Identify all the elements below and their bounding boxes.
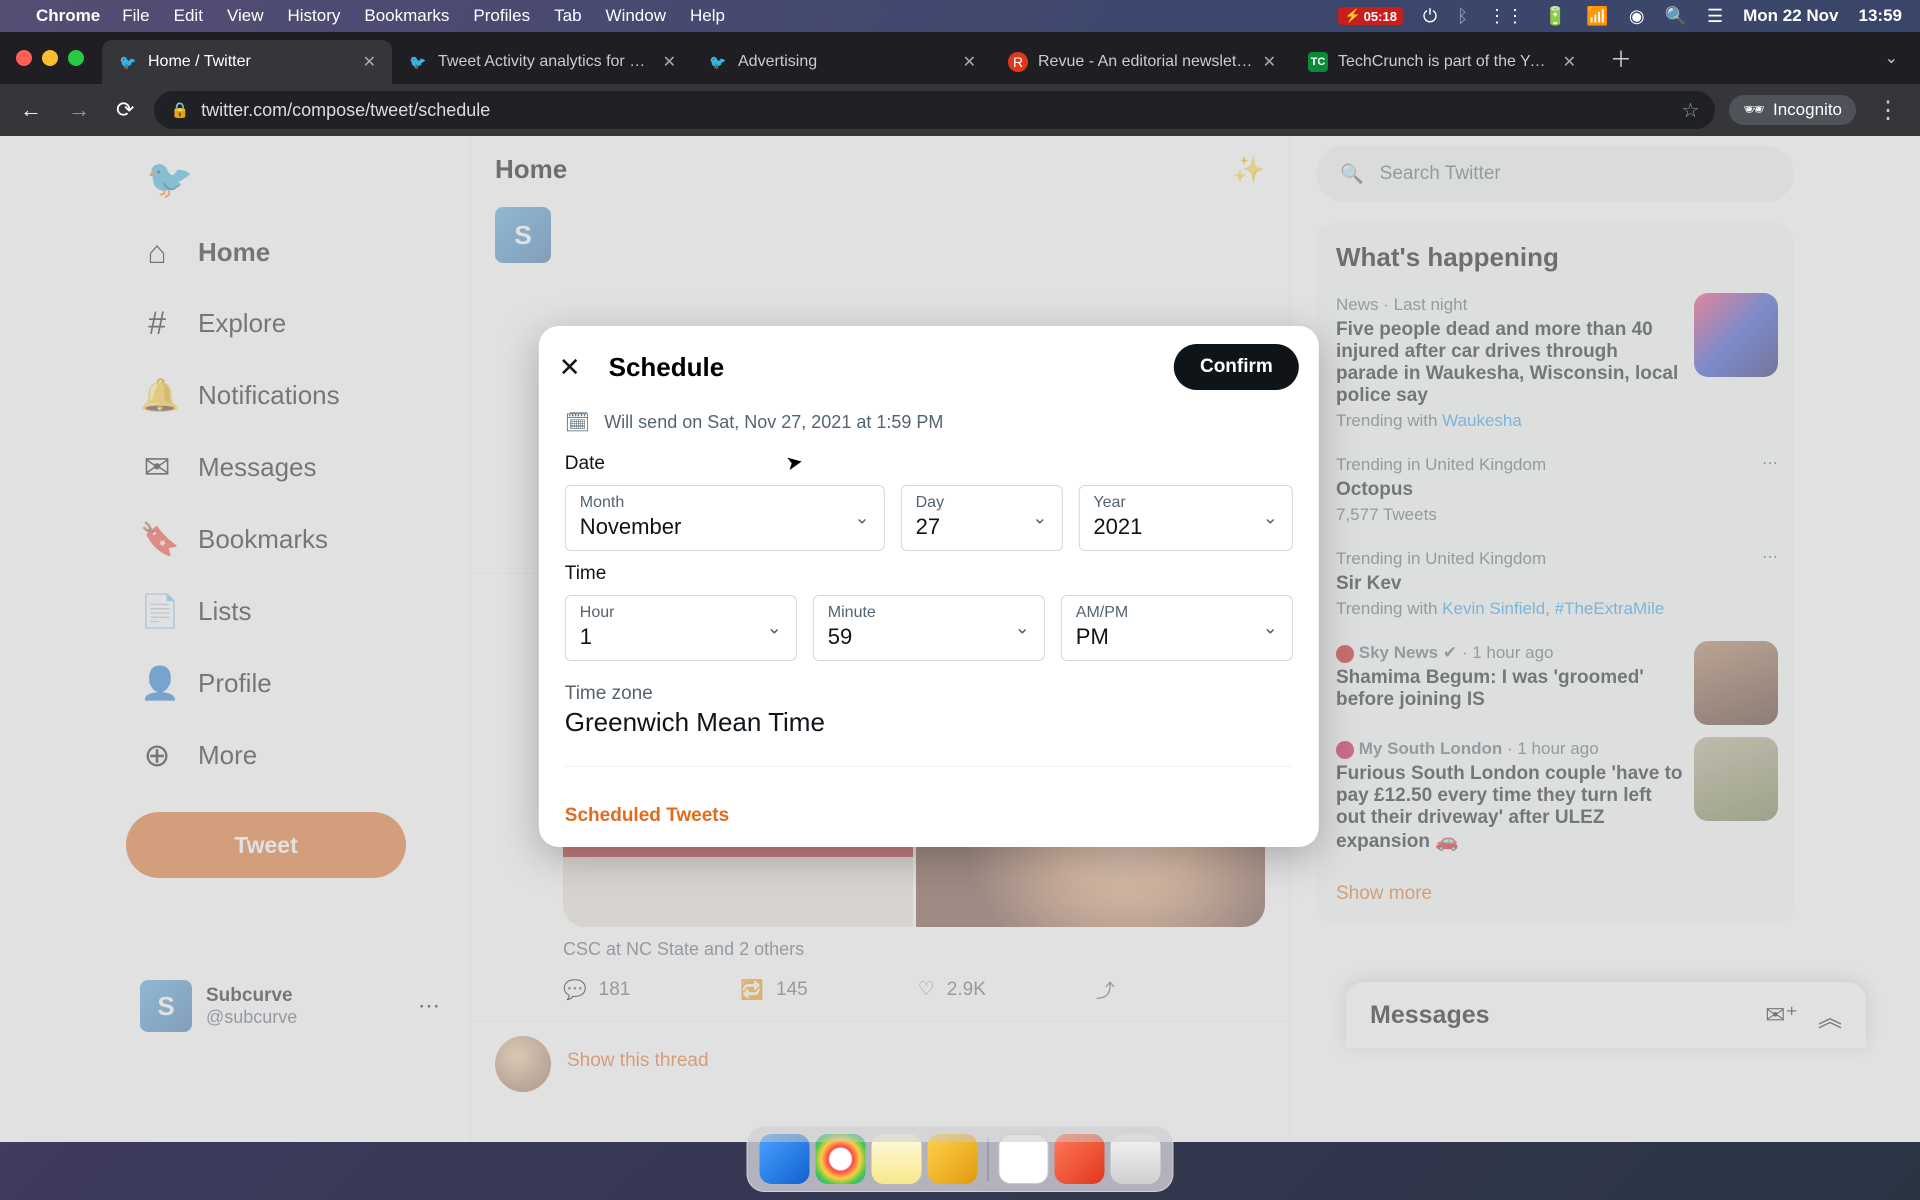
siri-icon[interactable]: ☰	[1707, 6, 1723, 27]
modal-title: Schedule	[609, 352, 1146, 383]
tab-revue[interactable]: R Revue - An editorial newsletter ✕	[992, 40, 1292, 84]
control-center-icon[interactable]: ◉	[1629, 6, 1645, 27]
tab-advertising[interactable]: 🐦 Advertising ✕	[692, 40, 992, 84]
menu-profiles[interactable]: Profiles	[473, 6, 530, 26]
tab-close-icon[interactable]: ✕	[363, 52, 376, 72]
battery-icon[interactable]: 🔋	[1544, 6, 1566, 27]
menu-tab[interactable]: Tab	[554, 6, 581, 26]
time-section-label: Time	[565, 563, 1293, 585]
menu-bookmarks[interactable]: Bookmarks	[364, 6, 449, 26]
scheduled-tweets-link[interactable]: Scheduled Tweets	[539, 785, 1319, 847]
page-content: 🐦 ⌂Home #Explore 🔔Notifications ✉Message…	[0, 136, 1920, 1142]
field-label: Minute	[828, 604, 1030, 622]
window-close-button[interactable]	[16, 50, 32, 66]
chrome-toolbar: ← → ⟳ 🔒 twitter.com/compose/tweet/schedu…	[0, 84, 1920, 136]
menubar-time[interactable]: 13:59	[1859, 6, 1902, 26]
menu-edit[interactable]: Edit	[174, 6, 203, 26]
tab-techcrunch[interactable]: TC TechCrunch is part of the Yaho ✕	[1292, 40, 1592, 84]
chevron-down-icon: ⌄	[1263, 618, 1278, 639]
day-select[interactable]: Day 27 ⌄	[901, 485, 1063, 551]
tab-title: Advertising	[738, 53, 953, 71]
chevron-down-icon: ⌄	[1032, 508, 1047, 529]
toggl-icon[interactable]: ⏻	[1423, 6, 1437, 27]
field-value: 27	[916, 514, 1048, 540]
back-button[interactable]: ←	[14, 93, 48, 127]
menubar-date[interactable]: Mon 22 Nov	[1743, 6, 1838, 26]
tab-close-icon[interactable]: ✕	[663, 52, 676, 72]
twitter-favicon-icon: 🐦	[408, 52, 428, 72]
schedule-summary-text: Will send on Sat, Nov 27, 2021 at 1:59 P…	[604, 412, 943, 433]
field-label: AM/PM	[1076, 604, 1278, 622]
chevron-down-icon: ⌄	[767, 618, 782, 639]
month-select[interactable]: Month November ⌄	[565, 485, 885, 551]
menu-help[interactable]: Help	[690, 6, 725, 26]
bluetooth-icon[interactable]: ᛒ	[1457, 6, 1468, 27]
chevron-down-icon: ⌄	[1015, 618, 1030, 639]
twitter-favicon-icon: 🐦	[118, 52, 138, 72]
tab-title: Home / Twitter	[148, 53, 353, 71]
field-label: Year	[1093, 494, 1277, 512]
timezone-value: Greenwich Mean Time	[565, 707, 1293, 738]
field-label: Month	[580, 494, 870, 512]
wifi-icon[interactable]: 📶	[1586, 6, 1608, 27]
field-value: 1	[580, 624, 782, 650]
menu-window[interactable]: Window	[606, 6, 666, 26]
address-bar[interactable]: 🔒 twitter.com/compose/tweet/schedule ☆	[154, 91, 1715, 129]
menubar-app-name[interactable]: Chrome	[36, 6, 100, 26]
field-label: Day	[916, 494, 1048, 512]
tab-close-icon[interactable]: ✕	[1563, 52, 1576, 72]
hour-select[interactable]: Hour 1 ⌄	[565, 595, 797, 661]
menu-history[interactable]: History	[287, 6, 340, 26]
chrome-menu-button[interactable]: ⋮	[1870, 96, 1906, 125]
new-tab-button[interactable]: ＋	[1600, 38, 1642, 78]
field-value: 2021	[1093, 514, 1277, 540]
revue-favicon-icon: R	[1008, 52, 1028, 72]
tab-home-twitter[interactable]: 🐦 Home / Twitter ✕	[102, 40, 392, 84]
date-section-label: Date	[565, 453, 1293, 475]
reload-button[interactable]: ⟳	[110, 93, 140, 127]
chrome-window: 🐦 Home / Twitter ✕ 🐦 Tweet Activity anal…	[0, 32, 1920, 1142]
field-value: 59	[828, 624, 1030, 650]
menu-file[interactable]: File	[122, 6, 149, 26]
field-value: November	[580, 514, 870, 540]
lock-icon[interactable]: 🔒	[170, 101, 189, 119]
ampm-select[interactable]: AM/PM PM ⌄	[1061, 595, 1293, 661]
window-controls	[16, 50, 84, 66]
macos-menubar: Chrome File Edit View History Bookmarks …	[0, 0, 1920, 32]
incognito-label: Incognito	[1773, 100, 1842, 120]
chevron-down-icon: ⌄	[855, 508, 870, 529]
forward-button[interactable]: →	[62, 93, 96, 127]
incognito-icon: 🕶	[1743, 100, 1765, 120]
tab-title: Tweet Activity analytics for sub	[438, 53, 653, 71]
confirm-button[interactable]: Confirm	[1174, 344, 1299, 390]
close-modal-button[interactable]: ✕	[559, 352, 581, 383]
url-text: twitter.com/compose/tweet/schedule	[201, 100, 490, 121]
tab-title: TechCrunch is part of the Yaho	[1338, 53, 1553, 71]
menu-view[interactable]: View	[227, 6, 264, 26]
techcrunch-favicon-icon: TC	[1308, 52, 1328, 72]
field-label: Hour	[580, 604, 782, 622]
bookmark-star-icon[interactable]: ☆	[1681, 98, 1699, 123]
calendar-icon: 🗓	[565, 410, 590, 435]
tab-close-icon[interactable]: ✕	[963, 52, 976, 72]
incognito-badge[interactable]: 🕶 Incognito	[1729, 95, 1856, 125]
field-value: PM	[1076, 624, 1278, 650]
tabs-menu-button[interactable]: ⌄	[1873, 42, 1910, 74]
battery-status[interactable]: ⚡05:18	[1338, 7, 1402, 25]
tab-close-icon[interactable]: ✕	[1263, 52, 1276, 72]
chevron-down-icon: ⌄	[1263, 508, 1278, 529]
menu-extra-icon[interactable]: ⋮⋮	[1488, 6, 1524, 27]
schedule-modal: ✕ Schedule Confirm 🗓 Will send on Sat, N…	[539, 326, 1319, 847]
schedule-summary: 🗓 Will send on Sat, Nov 27, 2021 at 1:59…	[565, 410, 1293, 435]
chrome-tabstrip: 🐦 Home / Twitter ✕ 🐦 Tweet Activity anal…	[0, 32, 1920, 84]
window-minimize-button[interactable]	[42, 50, 58, 66]
window-zoom-button[interactable]	[68, 50, 84, 66]
minute-select[interactable]: Minute 59 ⌄	[813, 595, 1045, 661]
twitter-favicon-icon: 🐦	[708, 52, 728, 72]
tab-tweet-activity[interactable]: 🐦 Tweet Activity analytics for sub ✕	[392, 40, 692, 84]
spotlight-icon[interactable]: 🔍	[1665, 6, 1687, 27]
tab-title: Revue - An editorial newsletter	[1038, 53, 1253, 71]
year-select[interactable]: Year 2021 ⌄	[1078, 485, 1292, 551]
timezone-label: Time zone	[565, 683, 1293, 705]
